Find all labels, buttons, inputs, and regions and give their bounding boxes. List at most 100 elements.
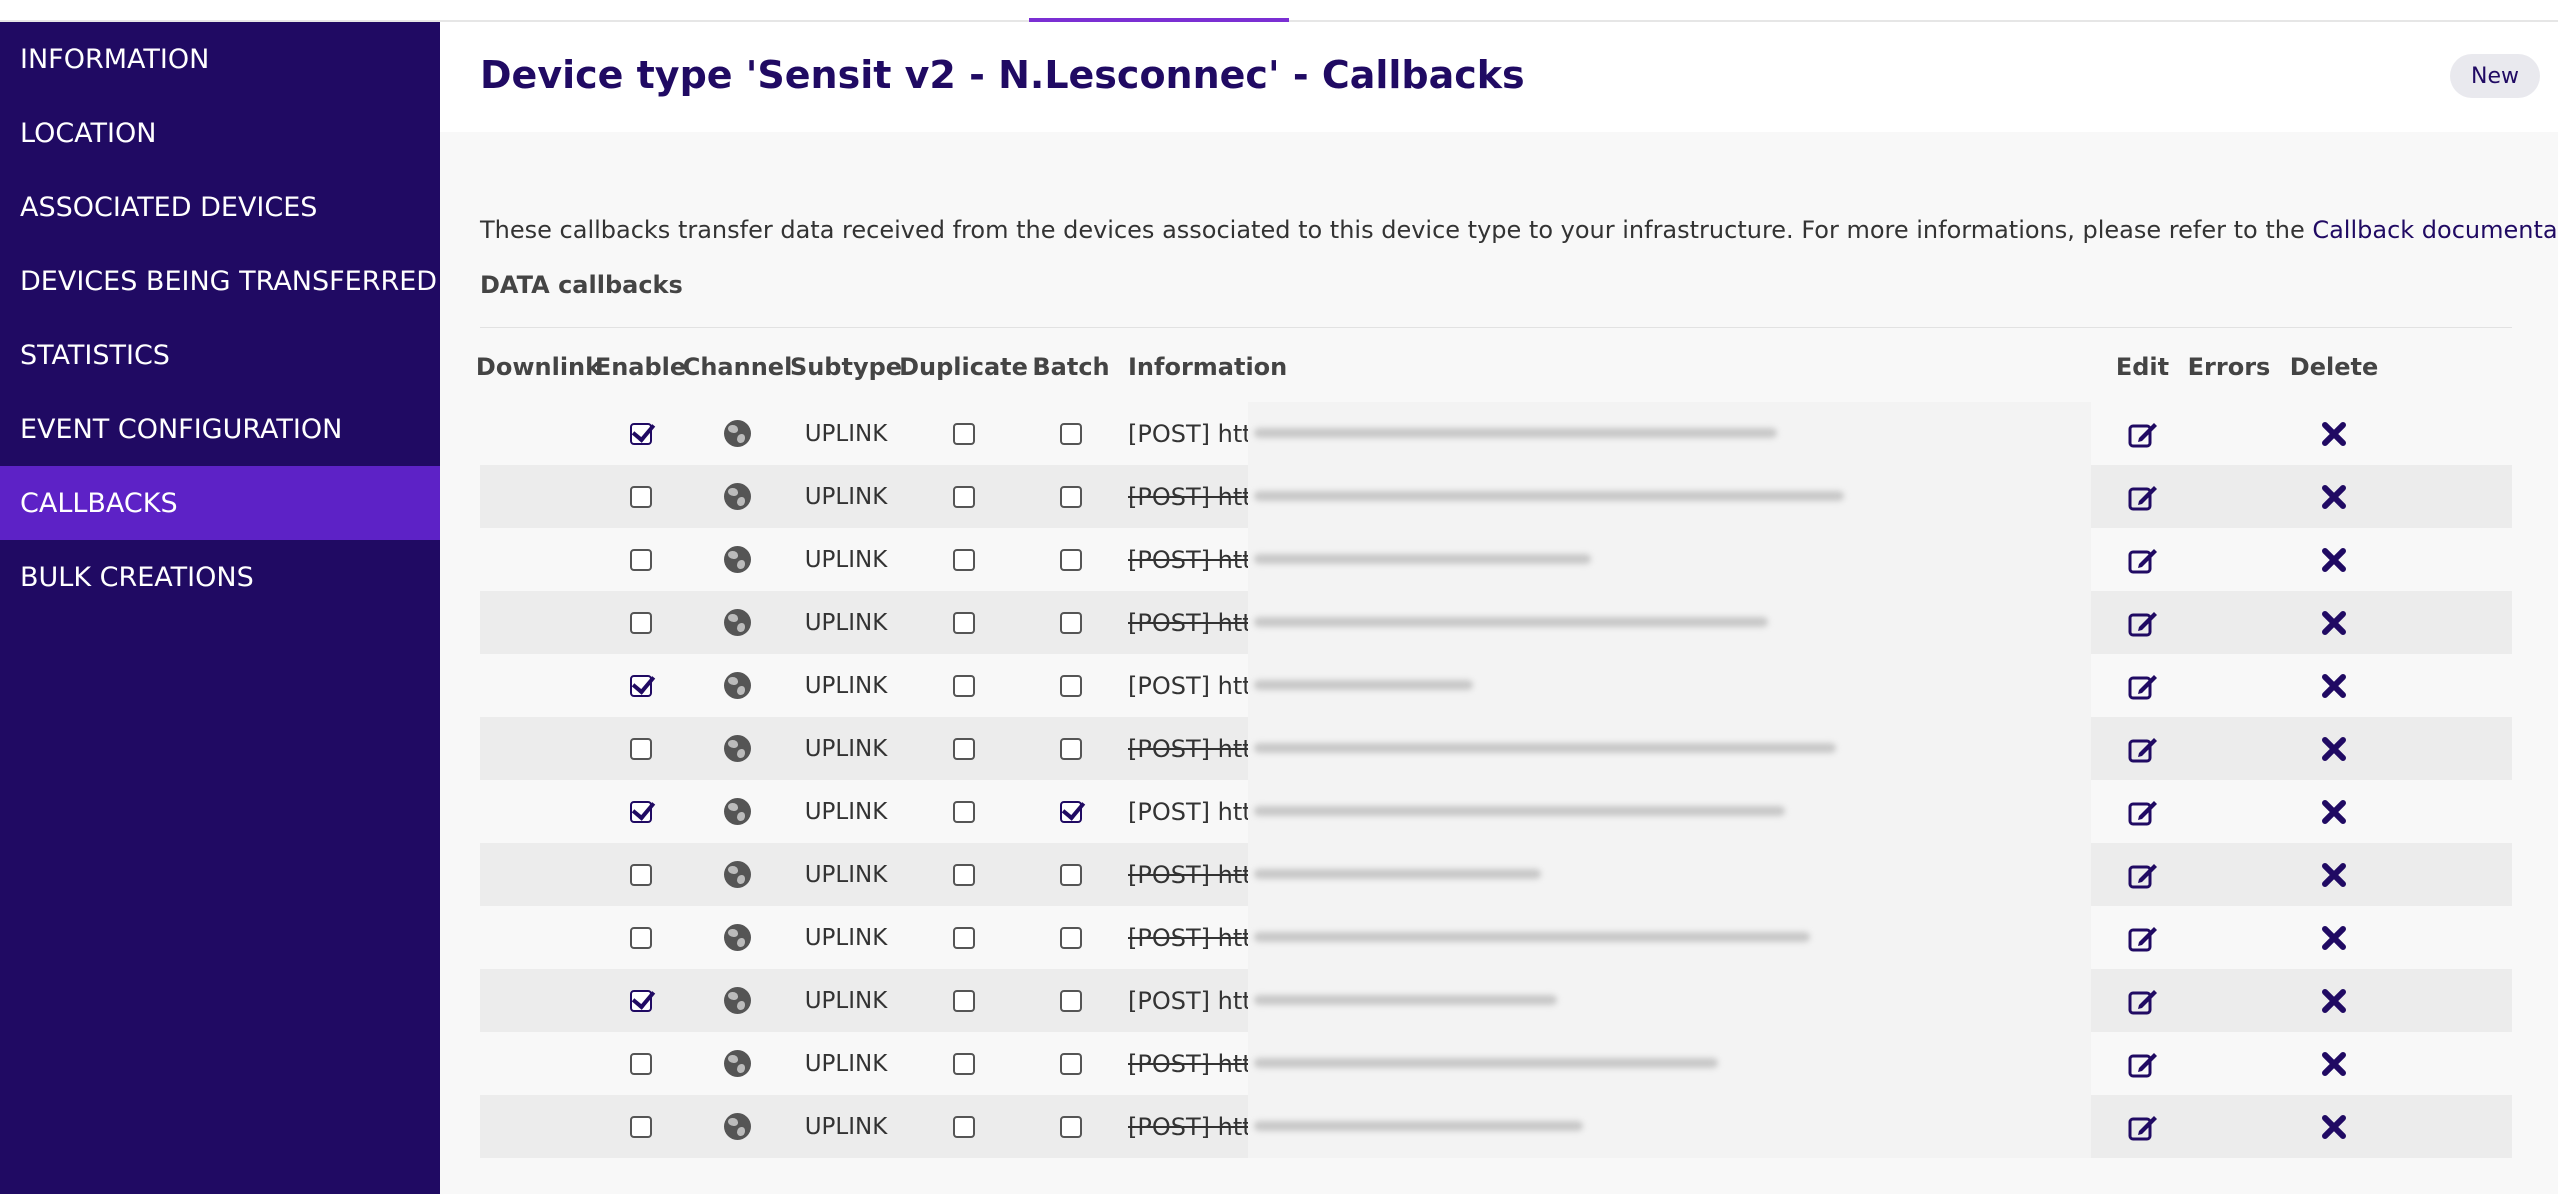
edit-icon[interactable] — [2127, 545, 2159, 575]
table-row: UPLINK [POST] https — [480, 528, 2512, 591]
delete-icon[interactable] — [2321, 988, 2347, 1014]
edit-icon[interactable] — [2127, 986, 2159, 1016]
channel-cell — [684, 591, 791, 654]
errors-cell — [2186, 654, 2272, 717]
batch-cell — [1026, 969, 1116, 1032]
edit-cell — [2099, 402, 2186, 465]
subtype-cell: UPLINK — [791, 717, 901, 780]
batch-checkbox[interactable] — [1060, 989, 1082, 1012]
enable-checkbox[interactable] — [629, 674, 652, 697]
delete-icon[interactable] — [2321, 1051, 2347, 1077]
duplicate-checkbox[interactable] — [952, 737, 975, 760]
duplicate-cell — [901, 528, 1026, 591]
duplicate-checkbox[interactable] — [952, 989, 975, 1012]
sidebar-item-devices-being-transferred[interactable]: DEVICES BEING TRANSFERRED — [0, 244, 440, 318]
enable-checkbox[interactable] — [629, 737, 652, 760]
edit-icon[interactable] — [2127, 860, 2159, 890]
duplicate-checkbox[interactable] — [952, 611, 975, 634]
duplicate-checkbox[interactable] — [952, 674, 975, 697]
edit-icon[interactable] — [2127, 608, 2159, 638]
edit-icon[interactable] — [2127, 482, 2159, 512]
subtype-label: UPLINK — [804, 924, 888, 951]
batch-checkbox[interactable] — [1060, 1115, 1082, 1138]
duplicate-checkbox[interactable] — [952, 548, 975, 571]
sidebar-item-bulk-creations[interactable]: BULK CREATIONS — [0, 540, 440, 614]
delete-icon[interactable] — [2321, 421, 2347, 447]
batch-checkbox[interactable] — [1060, 611, 1082, 634]
edit-icon[interactable] — [2127, 797, 2159, 827]
column-header-downlink: Downlink — [475, 353, 602, 381]
new-callback-button[interactable]: New — [2450, 54, 2540, 98]
delete-icon[interactable] — [2321, 1114, 2347, 1140]
redacted-url — [1248, 969, 2091, 1032]
edit-icon[interactable] — [2127, 1049, 2159, 1079]
subtype-label: UPLINK — [804, 420, 888, 447]
delete-icon[interactable] — [2321, 673, 2347, 699]
enable-cell — [597, 1095, 684, 1158]
edit-icon[interactable] — [2127, 734, 2159, 764]
enable-checkbox[interactable] — [629, 989, 652, 1012]
edit-cell — [2099, 780, 2186, 843]
sidebar-item-location[interactable]: LOCATION — [0, 96, 440, 170]
callback-documentation-link[interactable]: Callback documentation — [2312, 216, 2558, 244]
delete-icon[interactable] — [2321, 925, 2347, 951]
subtype-cell: UPLINK — [791, 906, 901, 969]
subtype-label: UPLINK — [804, 546, 888, 573]
batch-checkbox[interactable] — [1060, 674, 1082, 697]
batch-checkbox[interactable] — [1060, 737, 1082, 760]
duplicate-checkbox[interactable] — [952, 1115, 975, 1138]
enable-checkbox[interactable] — [629, 1052, 652, 1075]
duplicate-cell — [901, 654, 1026, 717]
globe-icon — [724, 987, 751, 1014]
delete-icon[interactable] — [2321, 484, 2347, 510]
table-row: UPLINK [POST] https&d... — [480, 402, 2512, 465]
subtype-cell: UPLINK — [791, 1095, 901, 1158]
edit-icon[interactable] — [2127, 419, 2159, 449]
batch-checkbox[interactable] — [1060, 863, 1082, 886]
duplicate-checkbox[interactable] — [952, 1052, 975, 1075]
enable-checkbox[interactable] — [629, 611, 652, 634]
duplicate-checkbox[interactable] — [952, 863, 975, 886]
duplicate-checkbox[interactable] — [952, 485, 975, 508]
enable-checkbox[interactable] — [629, 422, 652, 445]
batch-checkbox[interactable] — [1060, 1052, 1082, 1075]
globe-icon — [724, 1050, 751, 1077]
page-title: Device type 'Sensit v2 - N.Lesconnec' - … — [480, 53, 1525, 97]
enable-checkbox[interactable] — [629, 485, 652, 508]
delete-icon[interactable] — [2321, 862, 2347, 888]
enable-checkbox[interactable] — [629, 926, 652, 949]
sidebar-item-statistics[interactable]: STATISTICS — [0, 318, 440, 392]
subtype-cell: UPLINK — [791, 780, 901, 843]
column-header-enable: Enable — [594, 353, 687, 381]
sidebar: INFORMATION LOCATION ASSOCIATED DEVICES … — [0, 22, 440, 1194]
edit-icon[interactable] — [2127, 1112, 2159, 1142]
downlink-cell — [480, 654, 597, 717]
batch-checkbox[interactable] — [1060, 926, 1082, 949]
delete-icon[interactable] — [2321, 799, 2347, 825]
delete-icon[interactable] — [2321, 547, 2347, 573]
enable-checkbox[interactable] — [629, 800, 652, 823]
batch-checkbox[interactable] — [1060, 485, 1082, 508]
duplicate-checkbox[interactable] — [952, 800, 975, 823]
enable-checkbox[interactable] — [629, 548, 652, 571]
edit-icon[interactable] — [2127, 671, 2159, 701]
sidebar-item-label: DEVICES BEING TRANSFERRED — [20, 265, 438, 297]
subtype-cell: UPLINK — [791, 654, 901, 717]
edit-icon[interactable] — [2127, 923, 2159, 953]
batch-checkbox[interactable] — [1060, 422, 1082, 445]
enable-checkbox[interactable] — [629, 1115, 652, 1138]
enable-checkbox[interactable] — [629, 863, 652, 886]
sidebar-item-callbacks[interactable]: CALLBACKS — [0, 466, 440, 540]
errors-cell — [2186, 906, 2272, 969]
delete-icon[interactable] — [2321, 610, 2347, 636]
duplicate-checkbox[interactable] — [952, 926, 975, 949]
sidebar-item-information[interactable]: INFORMATION — [0, 22, 440, 96]
batch-checkbox[interactable] — [1060, 548, 1082, 571]
sidebar-item-event-configuration[interactable]: EVENT CONFIGURATION — [0, 392, 440, 466]
delete-icon[interactable] — [2321, 736, 2347, 762]
sidebar-item-label: LOCATION — [20, 117, 157, 149]
sidebar-item-associated-devices[interactable]: ASSOCIATED DEVICES — [0, 170, 440, 244]
duplicate-checkbox[interactable] — [952, 422, 975, 445]
sidebar-item-label: STATISTICS — [20, 339, 170, 371]
batch-checkbox[interactable] — [1060, 800, 1082, 823]
